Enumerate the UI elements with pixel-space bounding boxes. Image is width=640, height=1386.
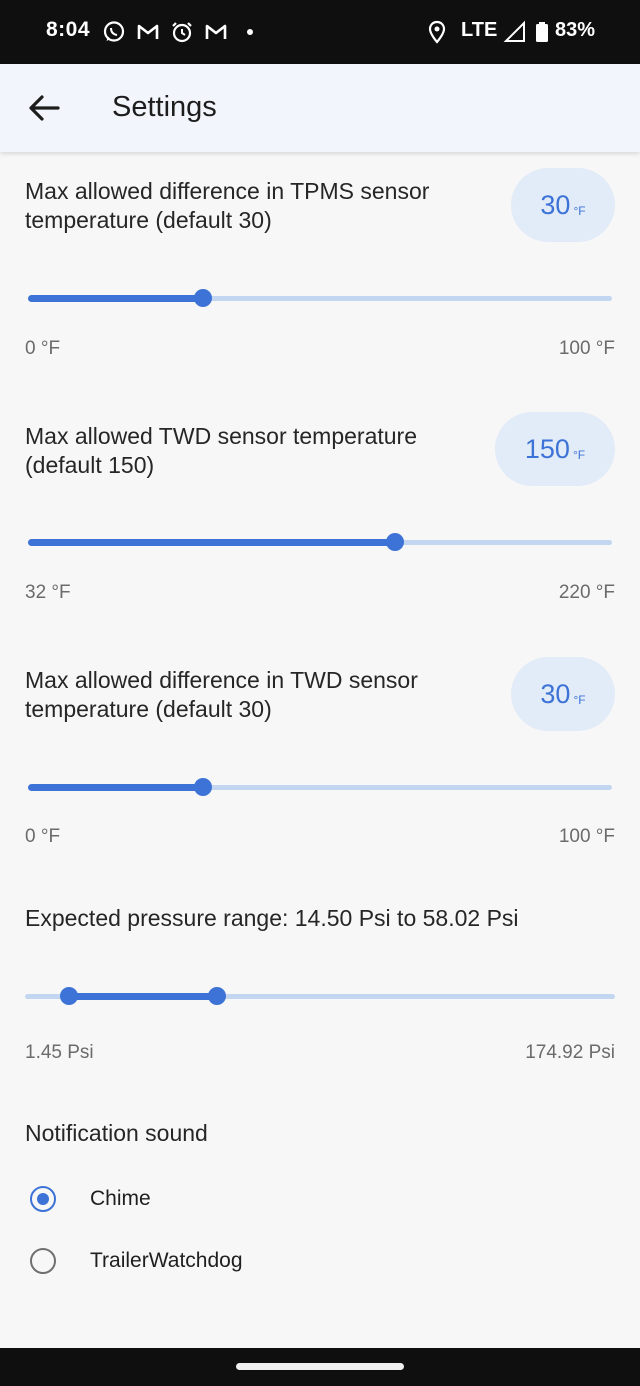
- twd-diff-value: 30: [540, 678, 571, 709]
- arrow-back-icon[interactable]: [24, 84, 72, 132]
- twd-max-label: Max allowed TWD sensor temperature (defa…: [25, 423, 417, 478]
- whatsapp-icon: [103, 21, 125, 42]
- twd-diff-unit: °F: [573, 693, 586, 707]
- twd-diff-max-label: 100 °F: [558, 826, 615, 847]
- radio-option-trailerwatchdog[interactable]: TrailerWatchdog: [30, 1242, 330, 1286]
- gmail-icon: [137, 24, 159, 39]
- twd-diff-label: Max allowed difference in TWD sensor tem…: [25, 667, 418, 722]
- twd-max-value: 150: [524, 433, 570, 464]
- radio-option-chime[interactable]: Chime: [30, 1180, 330, 1224]
- radio-dot: [37, 1193, 49, 1205]
- tpms-diff-min-label: 0 °F: [25, 338, 61, 359]
- slider-thumb-low[interactable]: [60, 987, 79, 1005]
- location-icon: [428, 20, 446, 44]
- slider-active-track: [28, 784, 204, 791]
- twd-max-min-label: 32 °F: [25, 582, 71, 603]
- twd-max-value-button[interactable]: 150 °F: [495, 412, 615, 486]
- battery-icon: [536, 22, 548, 42]
- battery-percentage: 83%: [555, 19, 596, 41]
- twd-max-slider[interactable]: [28, 522, 612, 562]
- pressure-min-label: 1.45 Psi: [25, 1042, 94, 1063]
- status-bar: 8:04 LTE 83%: [0, 0, 640, 64]
- slider-active-track: [28, 539, 395, 546]
- home-gesture-handle[interactable]: [236, 1363, 404, 1370]
- slider-thumb[interactable]: [194, 778, 213, 796]
- tpms-diff-slider[interactable]: [28, 278, 612, 318]
- pressure-range-label: Expected pressure range: 14.50 Psi to 58…: [25, 905, 519, 931]
- slider-active-track: [69, 993, 218, 1000]
- tpms-diff-max-label: 100 °F: [558, 338, 615, 359]
- slider-thumb[interactable]: [194, 289, 213, 307]
- slider-thumb-high[interactable]: [208, 987, 227, 1005]
- network-type: LTE: [461, 19, 498, 41]
- radio-label: Chime: [90, 1187, 151, 1210]
- app-bar: Settings: [0, 64, 640, 152]
- alarm-icon: [172, 22, 192, 43]
- radio-button-selected[interactable]: [30, 1186, 56, 1212]
- system-nav-bar: [0, 1348, 640, 1386]
- tpms-diff-value-button[interactable]: 30 °F: [511, 168, 615, 242]
- slider-active-track: [28, 295, 204, 302]
- gmail-icon: [205, 24, 227, 39]
- tpms-diff-label: Max allowed difference in TPMS sensor te…: [25, 178, 430, 233]
- page-title: Settings: [112, 91, 217, 123]
- twd-diff-value-button[interactable]: 30 °F: [511, 657, 615, 731]
- radio-button[interactable]: [30, 1248, 56, 1274]
- more-notifications-dot: [247, 29, 253, 35]
- signal-icon: [503, 20, 525, 42]
- status-time: 8:04: [46, 18, 91, 41]
- tpms-diff-value: 30: [540, 189, 571, 220]
- tpms-diff-unit: °F: [573, 204, 586, 218]
- twd-diff-min-label: 0 °F: [25, 826, 61, 847]
- slider-thumb[interactable]: [385, 533, 404, 551]
- notification-sound-title: Notification sound: [25, 1120, 208, 1146]
- twd-diff-slider[interactable]: [28, 767, 612, 807]
- pressure-max-label: 174.92 Psi: [525, 1042, 615, 1063]
- twd-max-unit: °F: [572, 448, 586, 462]
- radio-label: TrailerWatchdog: [90, 1249, 243, 1272]
- pressure-range-slider[interactable]: [25, 976, 615, 1016]
- twd-max-max-label: 220 °F: [558, 582, 615, 603]
